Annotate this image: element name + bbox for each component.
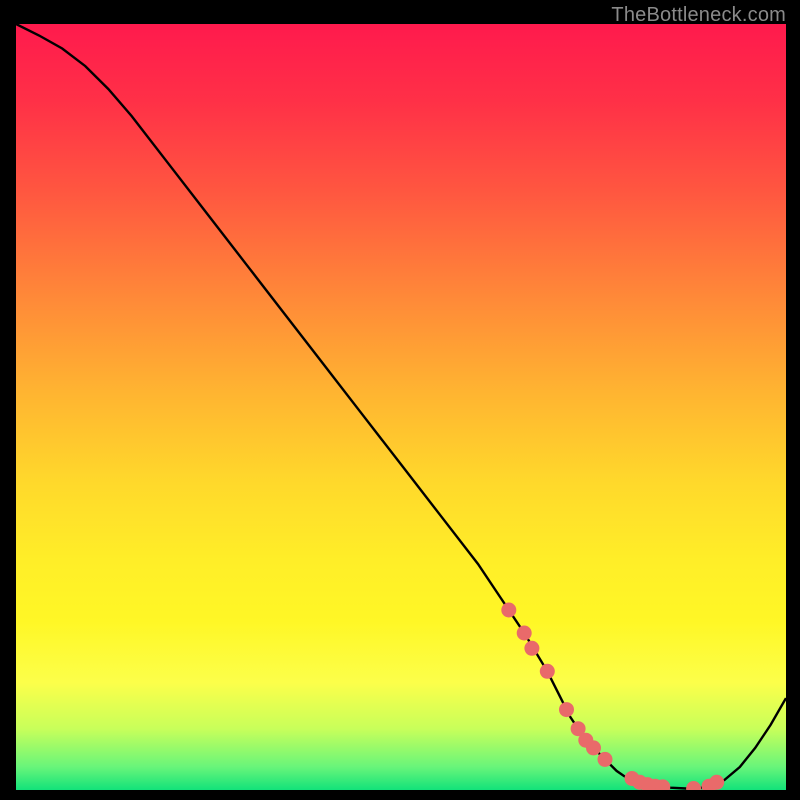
marker-point	[501, 603, 516, 618]
attribution-label: TheBottleneck.com	[611, 4, 786, 27]
marker-point	[559, 702, 574, 717]
marker-point	[598, 752, 613, 767]
marker-point	[524, 641, 539, 656]
marker-point	[586, 740, 601, 755]
curve-line	[16, 24, 786, 789]
marker-point	[517, 626, 532, 641]
marker-point	[686, 781, 701, 790]
chart-svg	[16, 24, 786, 790]
marker-point	[540, 664, 555, 679]
plot-area	[16, 24, 786, 790]
chart-frame: TheBottleneck.com	[0, 0, 800, 800]
marker-point	[709, 775, 724, 790]
marker-group	[501, 603, 724, 791]
